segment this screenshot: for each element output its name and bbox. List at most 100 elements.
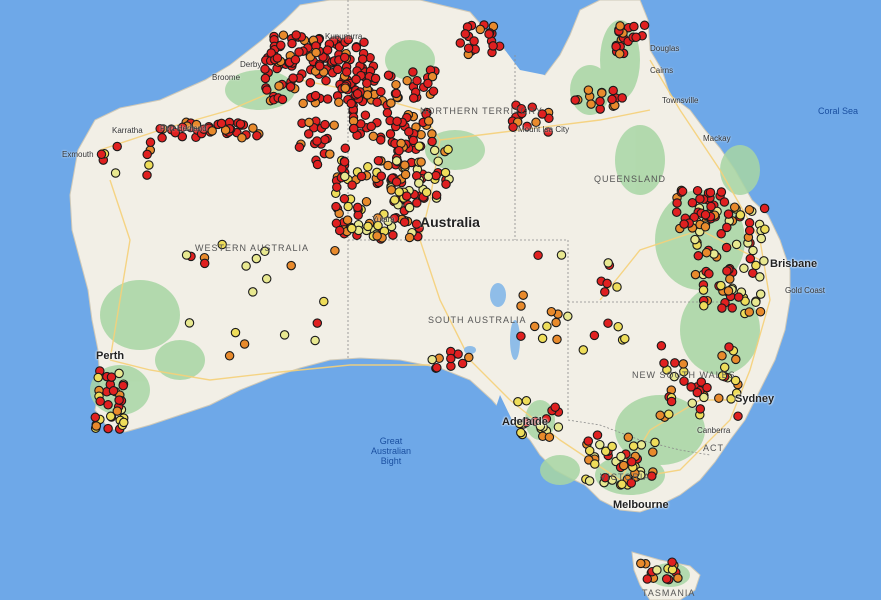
map-marker[interactable] xyxy=(276,40,286,51)
map-marker[interactable] xyxy=(366,121,377,132)
label-mount-isa[interactable]: Mount Isa City xyxy=(518,125,569,134)
map-marker[interactable] xyxy=(391,156,402,166)
map-marker[interactable] xyxy=(414,178,424,188)
map-marker[interactable] xyxy=(607,441,617,452)
map-marker[interactable] xyxy=(446,361,456,371)
map-marker[interactable] xyxy=(334,97,344,108)
map-marker[interactable] xyxy=(542,321,552,332)
map-marker[interactable] xyxy=(408,135,419,146)
map-marker[interactable] xyxy=(392,116,402,127)
map-marker[interactable] xyxy=(550,402,560,412)
map-marker[interactable] xyxy=(628,441,639,451)
map-marker[interactable] xyxy=(311,47,321,58)
map-marker[interactable] xyxy=(312,136,322,146)
map-marker[interactable] xyxy=(664,409,674,419)
map-marker[interactable] xyxy=(695,194,705,204)
map-marker[interactable] xyxy=(701,247,712,258)
map-marker[interactable] xyxy=(614,49,625,59)
map-marker[interactable] xyxy=(349,123,359,134)
map-marker[interactable] xyxy=(626,457,637,467)
map-marker[interactable] xyxy=(457,358,468,369)
map-marker[interactable] xyxy=(553,422,564,432)
map-marker[interactable] xyxy=(119,417,129,428)
map-marker[interactable] xyxy=(184,318,195,328)
map-marker[interactable] xyxy=(455,38,466,48)
map-marker[interactable] xyxy=(717,351,727,361)
map-marker[interactable] xyxy=(700,222,711,232)
map-marker[interactable] xyxy=(304,117,314,128)
map-marker[interactable] xyxy=(372,97,382,108)
map-marker[interactable] xyxy=(224,351,235,361)
map-marker[interactable] xyxy=(744,225,755,236)
map-marker[interactable] xyxy=(716,280,726,291)
map-marker[interactable] xyxy=(652,565,662,575)
map-marker[interactable] xyxy=(600,287,610,297)
map-marker[interactable] xyxy=(272,53,283,63)
map-marker[interactable] xyxy=(755,289,766,299)
label-derby[interactable]: Derby xyxy=(240,60,261,69)
map-marker[interactable] xyxy=(142,149,152,160)
map-marker[interactable] xyxy=(118,380,128,391)
map-marker[interactable] xyxy=(286,260,296,271)
label-perth[interactable]: Perth xyxy=(96,350,124,362)
map-marker[interactable] xyxy=(103,423,113,434)
map-marker[interactable] xyxy=(332,64,343,75)
map-marker[interactable] xyxy=(679,219,689,229)
map-marker[interactable] xyxy=(716,187,727,197)
map-marker[interactable] xyxy=(513,397,523,407)
map-marker[interactable] xyxy=(346,98,356,109)
map-marker[interactable] xyxy=(372,231,382,241)
map-marker[interactable] xyxy=(692,185,703,196)
label-melbourne[interactable]: Melbourne xyxy=(613,499,669,511)
map-marker[interactable] xyxy=(343,201,353,212)
map-marker[interactable] xyxy=(551,317,561,328)
map-marker[interactable] xyxy=(353,210,363,220)
map-marker[interactable] xyxy=(592,430,603,440)
map-marker[interactable] xyxy=(322,45,333,55)
map-marker[interactable] xyxy=(744,218,755,228)
map-marker[interactable] xyxy=(112,406,123,416)
map-marker[interactable] xyxy=(399,217,410,227)
map-marker[interactable] xyxy=(314,61,325,71)
map-marker[interactable] xyxy=(733,411,743,421)
map-marker[interactable] xyxy=(416,157,426,167)
map-marker[interactable] xyxy=(404,202,415,213)
map-marker[interactable] xyxy=(260,64,270,74)
map-marker[interactable] xyxy=(460,29,471,39)
map-marker[interactable] xyxy=(431,170,441,181)
label-townsville[interactable]: Townsville xyxy=(662,96,698,105)
map-marker[interactable] xyxy=(759,203,770,214)
map-marker[interactable] xyxy=(744,307,755,317)
map-marker[interactable] xyxy=(239,339,250,349)
map-marker[interactable] xyxy=(516,427,526,438)
map-marker[interactable] xyxy=(745,253,756,264)
map-marker[interactable] xyxy=(351,42,362,53)
map-marker[interactable] xyxy=(294,142,305,152)
map-marker[interactable] xyxy=(706,201,716,212)
map-marker[interactable] xyxy=(639,20,650,31)
map-marker[interactable] xyxy=(412,75,422,86)
map-marker[interactable] xyxy=(91,421,102,431)
map-marker[interactable] xyxy=(90,412,101,423)
map-marker[interactable] xyxy=(595,104,605,114)
map-marker[interactable] xyxy=(389,195,400,205)
map-marker[interactable] xyxy=(274,81,284,91)
map-marker[interactable] xyxy=(704,269,714,279)
map-marker[interactable] xyxy=(744,205,755,215)
label-broome[interactable]: Broome xyxy=(212,73,240,82)
map-marker[interactable] xyxy=(357,54,368,64)
map-marker[interactable] xyxy=(294,47,304,57)
map-marker[interactable] xyxy=(427,354,437,365)
map-marker[interactable] xyxy=(537,333,548,344)
map-marker[interactable] xyxy=(597,88,607,98)
map-marker[interactable] xyxy=(755,272,765,282)
map-marker[interactable] xyxy=(427,136,437,147)
map-marker[interactable] xyxy=(237,133,247,143)
map-marker[interactable] xyxy=(714,393,724,403)
map-marker[interactable] xyxy=(469,36,479,46)
map-marker[interactable] xyxy=(655,410,665,421)
map-marker[interactable] xyxy=(518,290,528,300)
map-marker[interactable] xyxy=(199,258,210,269)
map-marker[interactable] xyxy=(279,330,290,340)
map-marker[interactable] xyxy=(112,141,122,152)
